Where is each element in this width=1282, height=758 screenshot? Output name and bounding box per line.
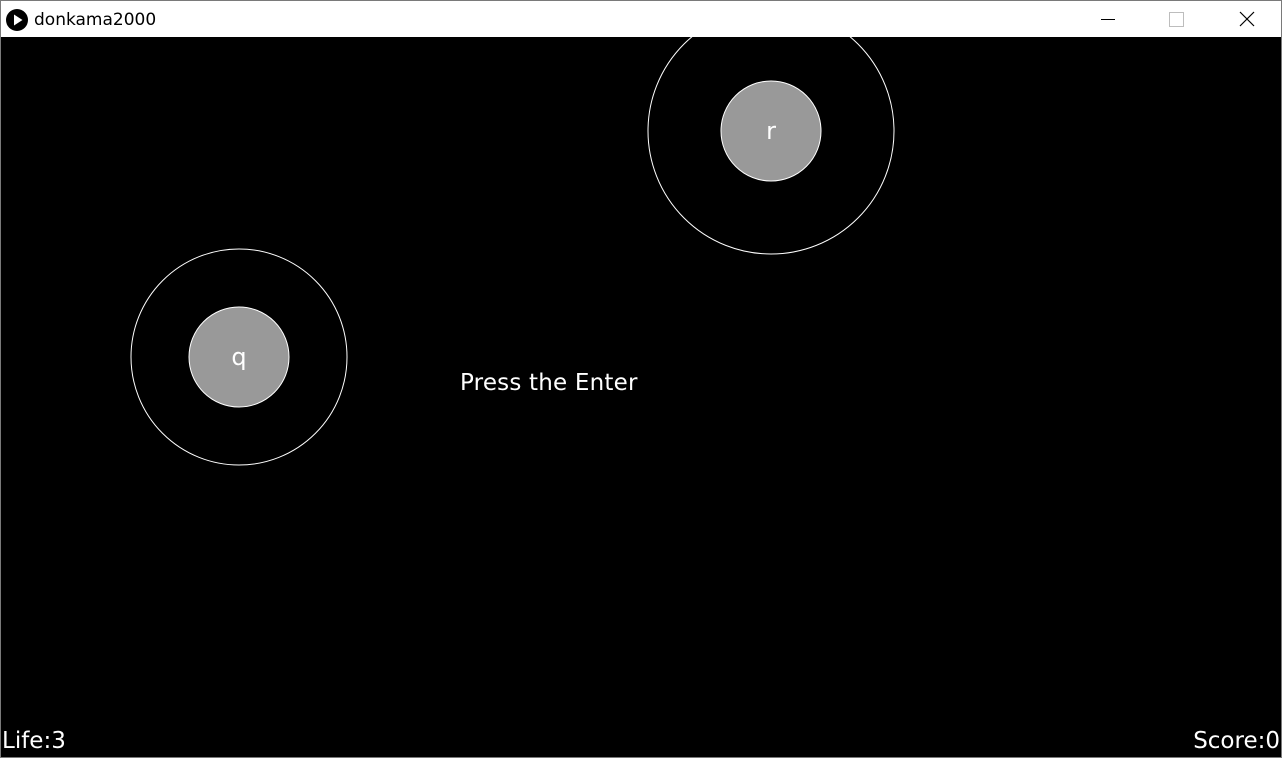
close-icon <box>1239 11 1255 27</box>
note-r-key: r <box>766 117 776 145</box>
title-bar[interactable]: donkama2000 <box>1 1 1281 37</box>
play-icon <box>6 9 28 31</box>
start-prompt: Press the Enter <box>460 370 638 396</box>
note-layer <box>130 37 895 466</box>
game-canvas[interactable]: q r Press the Enter Life:3 Score:0 <box>1 37 1281 757</box>
score-counter: Score:0 <box>1193 728 1280 754</box>
life-counter: Life:3 <box>2 728 66 754</box>
maximize-button[interactable] <box>1153 1 1199 37</box>
minimize-button[interactable] <box>1084 1 1130 37</box>
maximize-icon <box>1169 12 1184 27</box>
game-window: donkama2000 q r Press the Enter Life:3 S… <box>0 0 1282 758</box>
close-button[interactable] <box>1223 1 1269 37</box>
minimize-icon <box>1101 19 1115 20</box>
window-title: donkama2000 <box>34 10 157 30</box>
note-q-key: q <box>231 343 247 371</box>
